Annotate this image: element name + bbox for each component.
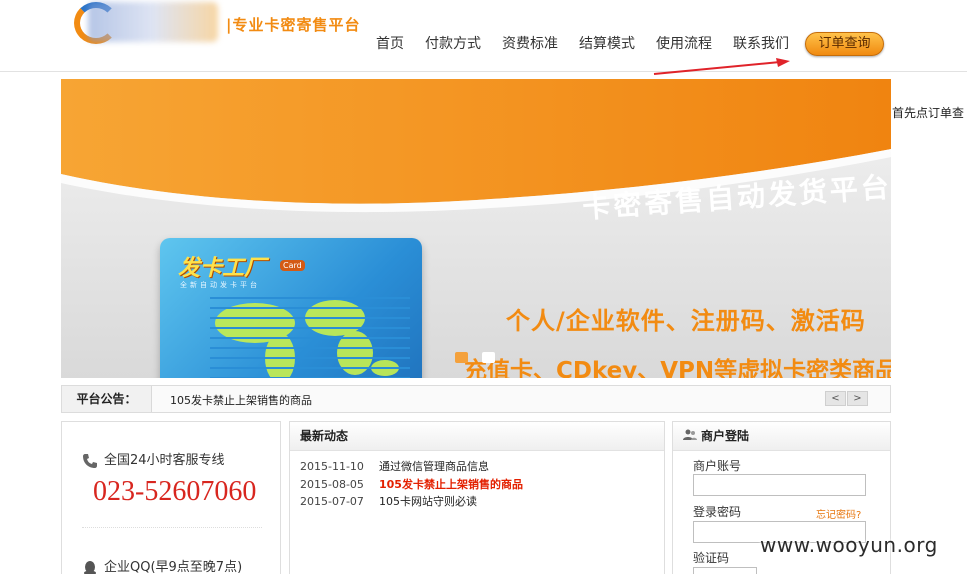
captcha-label: 验证码 — [693, 551, 730, 565]
account-input[interactable] — [693, 474, 866, 496]
service-divider — [82, 527, 262, 528]
annotation-note: 首先点订单查 — [892, 106, 965, 120]
watermark: www.wooyun.org — [760, 533, 938, 557]
phone-icon — [83, 453, 97, 468]
users-icon — [683, 429, 697, 440]
announcement-bar: 平台公告： 105发卡禁止上架销售的商品 < > — [61, 385, 891, 413]
news-item: 2015-08-05 105发卡禁止上架销售的商品 — [300, 476, 523, 494]
news-date: 2015-07-07 — [300, 495, 364, 508]
hotline-label: 全国24小时客服专线 — [104, 453, 225, 468]
banner-line-2: 充值卡、CDkey、VPN等虚拟卡密类商品 — [464, 358, 891, 378]
nav-pricing[interactable]: 资费标准 — [502, 34, 558, 54]
qq-label[interactable]: 企业QQ(早9点至晚7点) — [104, 560, 242, 574]
news-date: 2015-11-10 — [300, 460, 364, 473]
captcha-input[interactable] — [693, 567, 757, 574]
nav-settlement[interactable]: 结算模式 — [579, 34, 635, 54]
news-list: 2015-11-10 通过微信管理商品信息 2015-08-05 105发卡禁止上架… — [300, 458, 523, 511]
service-panel: 全国24小时客服专线 023-52607060 企业QQ(早9点至晚7点) — [61, 421, 281, 574]
account-label: 商户账号 — [693, 459, 742, 473]
annotation-arrow-icon — [653, 58, 790, 75]
hotline-number: 023-52607060 — [93, 476, 257, 507]
order-query-button[interactable]: 订单查询 — [805, 32, 884, 56]
slide-dot-2[interactable] — [482, 352, 495, 363]
nav-contact[interactable]: 联系我们 — [733, 34, 789, 54]
hotline-row: 全国24小时客服专线 — [82, 449, 225, 469]
news-panel: 最新动态 2015-11-10 通过微信管理商品信息 2015-08-05 105发… — [289, 421, 665, 574]
news-link[interactable]: 通过微信管理商品信息 — [379, 460, 489, 473]
password-label: 登录密码 — [693, 505, 742, 519]
announcement-prev-button[interactable]: < — [825, 391, 846, 406]
qq-icon — [84, 560, 96, 574]
nav-process[interactable]: 使用流程 — [656, 34, 712, 54]
login-title: 商户登陆 — [701, 429, 750, 443]
site-slogan: |专业卡密寄售平台 — [226, 16, 361, 34]
announcement-next-button[interactable]: > — [847, 391, 868, 406]
forgot-password-link[interactable]: 忘记密码? — [816, 506, 861, 521]
news-item: 2015-11-10 通过微信管理商品信息 — [300, 458, 523, 476]
hero-banner[interactable]: 发卡工厂 Card 全新自动发卡平台 卡密寄售自动发货平台 个人/企业软件、注册… — [61, 79, 891, 378]
logo-blurred[interactable] — [88, 2, 218, 42]
announcement-text[interactable]: 105发卡禁止上架销售的商品 — [170, 392, 312, 408]
world-map-icon — [210, 297, 410, 378]
main-nav: 首页 付款方式 资费标准 结算模式 使用流程 联系我们 — [376, 34, 810, 54]
login-header: 商户登陆 — [673, 422, 890, 451]
banner-line-1: 个人/企业软件、注册码、激活码 — [506, 307, 866, 335]
news-date: 2015-08-05 — [300, 477, 364, 491]
announcement-label: 平台公告： — [62, 386, 152, 412]
news-link[interactable]: 105卡网站守则必读 — [379, 495, 477, 508]
nav-home[interactable]: 首页 — [376, 34, 404, 54]
slide-dot-1[interactable] — [455, 352, 468, 363]
nav-payment[interactable]: 付款方式 — [425, 34, 481, 54]
news-item: 2015-07-07 105卡网站守则必读 — [300, 493, 523, 511]
product-card-image: 发卡工厂 Card 全新自动发卡平台 — [160, 238, 422, 378]
news-link[interactable]: 105发卡禁止上架销售的商品 — [379, 478, 523, 491]
news-title: 最新动态 — [290, 422, 664, 451]
site-header: |专业卡密寄售平台 首页 付款方式 资费标准 结算模式 使用流程 联系我们 订单… — [0, 0, 967, 72]
qq-row: 企业QQ(早9点至晚7点) — [82, 556, 242, 574]
